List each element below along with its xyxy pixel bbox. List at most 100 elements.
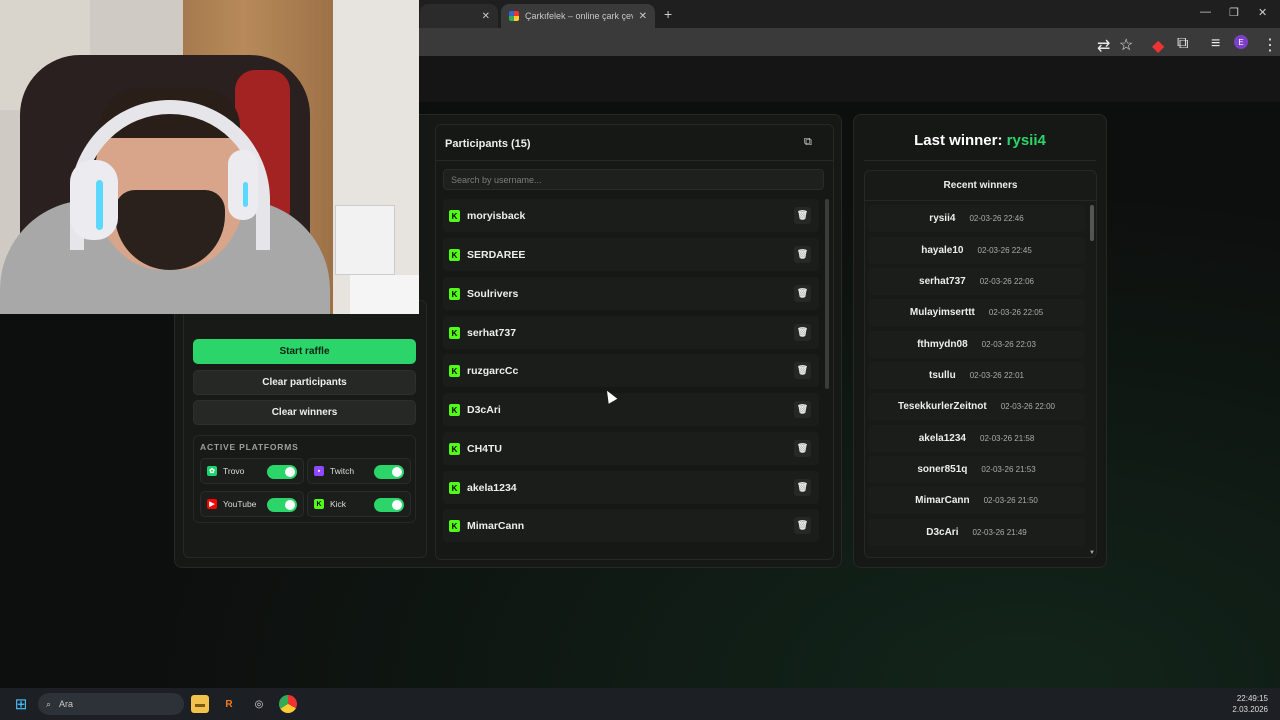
browser-tab-2[interactable]: Çarkıfelek – online çark çevirme ✕ (501, 4, 655, 28)
delete-icon[interactable]: 🗑 (794, 246, 811, 263)
recent-winners-title: Recent winners (943, 180, 1018, 191)
bookmark-star-icon[interactable]: ☆ (1119, 35, 1133, 55)
participant-name: moryisback (467, 209, 526, 222)
tab-close-icon[interactable]: ✕ (482, 11, 490, 22)
winners-scrollbar[interactable] (1090, 205, 1094, 241)
kick-icon: K (449, 520, 460, 532)
winner-row: rysii4 02-03-26 22:46 (868, 205, 1085, 232)
kick-icon: K (314, 499, 324, 509)
start-raffle-button[interactable]: Start raffle (193, 339, 416, 364)
platform-label: YouTube (223, 499, 257, 509)
divider (864, 200, 1097, 201)
file-explorer-icon[interactable]: ▬ (191, 695, 209, 713)
winner-name: TesekkurlerZeitnot (898, 401, 987, 412)
taskbar-search[interactable]: ⌕ Ara (38, 693, 184, 715)
profile-avatar[interactable]: E (1234, 35, 1248, 49)
participant-row: K D3cAri 🗑 (443, 393, 819, 426)
clear-participants-button[interactable]: Clear participants (193, 370, 416, 395)
platform-label: Twitch (330, 466, 355, 476)
delete-icon[interactable]: 🗑 (794, 285, 811, 302)
close-window-button[interactable]: ✕ (1258, 6, 1267, 19)
winner-date: 02-03-26 21:50 (983, 496, 1038, 505)
twitch-toggle[interactable] (374, 465, 404, 479)
delete-icon[interactable]: 🗑 (794, 207, 811, 224)
delete-icon[interactable]: 🗑 (794, 479, 811, 496)
kick-icon: K (449, 482, 460, 494)
winner-name: rysii4 (929, 213, 956, 224)
winner-name: serhat737 (919, 276, 966, 287)
taskbar-search-label: Ara (59, 699, 74, 709)
kick-icon: K (449, 443, 460, 455)
platform-kick: K Kick (307, 491, 411, 517)
twitch-icon: ▪ (314, 466, 324, 476)
participant-row: K SERDAREE 🗑 (443, 238, 819, 271)
menu-dots-icon[interactable]: ⋮ (1262, 35, 1278, 55)
extension-icon[interactable]: ◆ (1152, 36, 1164, 56)
webcam-headphone-light (243, 182, 248, 207)
maximize-button[interactable]: ❐ (1229, 6, 1239, 19)
platform-youtube: ▶ YouTube (200, 491, 304, 517)
winner-row: akela1234 02-03-26 21:58 (868, 425, 1085, 452)
kick-icon: K (449, 210, 460, 222)
winner-date: 02-03-26 22:03 (981, 340, 1036, 349)
search-icon: ⌕ (46, 698, 52, 709)
delete-icon[interactable]: 🗑 (794, 324, 811, 341)
participant-row: K MimarCann 🗑 (443, 509, 819, 542)
kick-icon: K (449, 288, 460, 300)
system-clock[interactable]: 22:49:15 2.03.2026 (1232, 693, 1268, 715)
participant-row: K CH4TU 🗑 (443, 432, 819, 465)
kick-icon: K (449, 365, 460, 377)
winner-date: 02-03-26 22:05 (988, 308, 1044, 317)
winner-name: Mulayimserttt (909, 307, 975, 318)
winner-name: hayale10 (921, 245, 964, 256)
winner-date: 02-03-26 22:45 (977, 246, 1032, 255)
participant-row: K Soulrivers 🗑 (443, 277, 819, 310)
winner-name: tsullu (929, 370, 956, 381)
trovo-toggle[interactable] (267, 465, 297, 479)
translate-icon[interactable]: ⇄ (1097, 36, 1110, 56)
delete-icon[interactable]: 🗑 (794, 440, 811, 457)
tab-title: Çarkıfelek – online çark çevirme (525, 11, 633, 21)
new-tab-button[interactable]: + (664, 6, 672, 22)
app-icon[interactable]: ◎ (250, 695, 268, 713)
participant-scrollbar[interactable] (825, 199, 829, 389)
windows-start-icon[interactable]: ⊞ (12, 695, 30, 713)
delete-icon[interactable]: 🗑 (794, 362, 811, 379)
clock-time: 22:49:15 (1236, 694, 1268, 703)
chrome-icon[interactable] (279, 695, 297, 713)
platform-label: Trovo (223, 466, 245, 476)
platform-label: Kick (330, 499, 347, 509)
winner-name: akela1234 (918, 433, 966, 444)
delete-icon[interactable]: 🗑 (794, 517, 811, 534)
kick-toggle[interactable] (374, 498, 404, 512)
app-icon[interactable]: R (220, 695, 238, 713)
winner-date: 02-03-26 22:01 (969, 371, 1024, 380)
platform-trovo: ✿ Trovo (200, 458, 304, 484)
last-winner-name: rysii4 (1006, 132, 1046, 149)
winner-name: MimarCann (915, 495, 970, 506)
copy-icon[interactable]: ⧉ (804, 136, 812, 149)
last-winner-heading: Last winner: rysii4 (853, 132, 1107, 149)
platform-twitch: ▪ Twitch (307, 458, 411, 484)
winner-date: 02-03-26 21:53 (981, 465, 1036, 474)
kick-icon: K (449, 249, 460, 261)
winner-row: tsullu 02-03-26 22:01 (868, 362, 1085, 389)
participant-row: K serhat737 🗑 (443, 316, 819, 349)
participant-name: CH4TU (467, 442, 503, 455)
tab-close-icon[interactable]: ✕ (639, 11, 647, 22)
participant-name: serhat737 (467, 326, 517, 339)
youtube-toggle[interactable] (267, 498, 297, 512)
delete-icon[interactable]: 🗑 (794, 401, 811, 418)
participant-name: ruzgarcCc (467, 364, 519, 377)
winner-row: serhat737 02-03-26 22:06 (868, 268, 1085, 295)
media-control-icon[interactable]: ≡ (1211, 35, 1220, 53)
browser-tab-1[interactable]: ✕ (420, 4, 498, 28)
winner-name: fthmydn08 (917, 339, 968, 350)
extensions-puzzle-icon[interactable]: ⧉ (1177, 35, 1188, 53)
webcam-headphone-cup (70, 160, 118, 240)
winner-row: MimarCann 02-03-26 21:50 (868, 487, 1085, 514)
minimize-button[interactable]: — (1200, 6, 1211, 18)
clear-winners-button[interactable]: Clear winners (193, 400, 416, 425)
scroll-down-icon[interactable]: ▼ (1089, 550, 1095, 556)
participant-search-input[interactable]: Search by username... (443, 169, 824, 190)
